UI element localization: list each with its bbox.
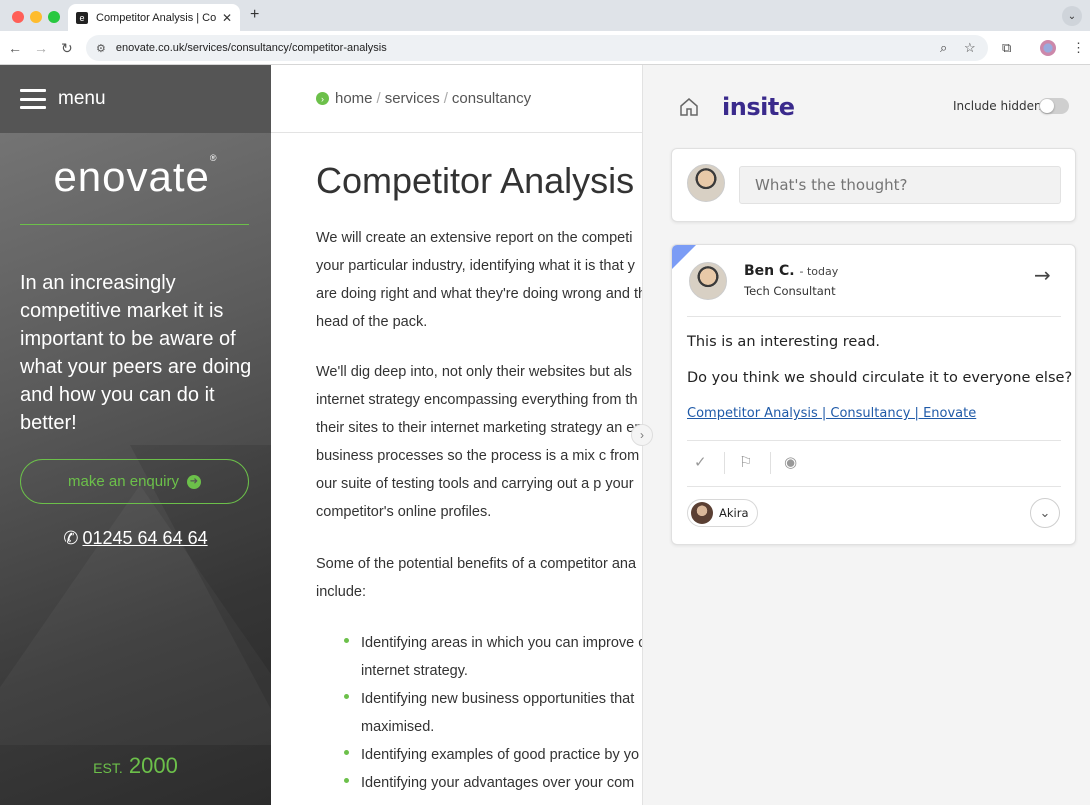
close-tab-icon[interactable]: ✕ (222, 11, 232, 25)
url-text: enovate.co.uk/services/consultancy/compe… (115, 42, 387, 54)
phone-number: 01245 64 64 64 (82, 528, 208, 548)
bookmark-star-icon[interactable]: ☆ (964, 40, 976, 56)
breadcrumb-consultancy[interactable]: consultancy (452, 90, 531, 107)
insite-logo: insite (722, 93, 795, 121)
eye-icon[interactable]: ◉ (784, 453, 797, 471)
check-icon[interactable]: ✓ (694, 453, 707, 471)
tagline: In an increasingly competitive market it… (20, 272, 252, 434)
benefits-list: Identifying areas in which you can impro… (344, 629, 642, 797)
collapse-panel-button[interactable]: › (631, 424, 653, 446)
divider (687, 486, 1061, 487)
list-item: Identifying new business opportunities t… (344, 685, 642, 741)
forward-icon[interactable]: → (34, 40, 48, 56)
post-text: This is an interesting read. (687, 334, 881, 350)
url-input[interactable]: ⚙ enovate.co.uk/services/consultancy/com… (86, 35, 988, 61)
back-icon[interactable]: ← (8, 40, 22, 56)
home-icon[interactable] (679, 97, 699, 117)
hamburger-icon (20, 89, 46, 109)
tab-search-icon[interactable]: ⌄ (1062, 6, 1082, 26)
avatar (689, 262, 727, 300)
shared-page-link[interactable]: Competitor Analysis | Consultancy | Enov… (687, 406, 976, 421)
paragraph: We'll dig deep into, not only their webs… (316, 364, 642, 520)
phone-link[interactable]: ✆ 01245 64 64 64 (0, 528, 271, 549)
arrow-right-icon[interactable]: → (1034, 263, 1051, 287)
post-author[interactable]: Ben C. - today (744, 263, 838, 279)
divider (687, 440, 1061, 441)
zoom-icon[interactable]: ⌕ (940, 40, 947, 56)
divider (724, 452, 725, 474)
menu-label: menu (58, 88, 106, 109)
window-close-button[interactable] (12, 11, 24, 23)
new-tab-icon[interactable]: + (250, 6, 259, 24)
breadcrumb-home[interactable]: home (335, 90, 373, 107)
divider (20, 224, 249, 225)
post-time: - today (799, 265, 839, 278)
page-title: Competitor Analysis (316, 160, 635, 201)
list-item: Identifying areas in which you can impro… (344, 629, 642, 685)
reload-icon[interactable]: ↻ (61, 40, 73, 57)
include-hidden-label: Include hidden (953, 99, 1042, 113)
main-content: Competitor Analysis We will create an ex… (316, 133, 642, 805)
thought-input[interactable] (739, 166, 1061, 204)
flag-icon[interactable]: ⚐ (739, 453, 752, 471)
browser-tab[interactable]: e Competitor Analysis | Consult ✕ (68, 4, 240, 31)
browser-tab-bar: e Competitor Analysis | Consult ✕ + ⌄ (0, 0, 1090, 31)
author-role: Tech Consultant (744, 284, 836, 298)
mention-chip[interactable]: Akira (687, 499, 758, 527)
window-minimize-button[interactable] (30, 11, 42, 23)
avatar (691, 502, 713, 524)
site-sidebar: menu enovate® In an increasingly competi… (0, 65, 271, 805)
window-maximize-button[interactable] (48, 11, 60, 23)
mention-name: Akira (719, 506, 749, 520)
avatar (687, 164, 725, 202)
list-item: Identifying examples of good practice by… (344, 741, 642, 769)
arrow-right-icon: ➜ (186, 474, 201, 489)
post-text: Do you think we should circulate it to e… (687, 370, 1073, 386)
phone-icon: ✆ (63, 528, 79, 548)
list-item: Identifying your advantages over your co… (344, 769, 642, 797)
site-logo[interactable]: enovate® (0, 153, 271, 201)
unread-marker (672, 245, 696, 269)
breadcrumb-services[interactable]: services (385, 90, 440, 107)
paragraph: We will create an extensive report on th… (316, 230, 642, 330)
post-card: Ben C. - today Tech Consultant → This is… (671, 244, 1076, 545)
address-bar: ← → ↻ ⚙ enovate.co.uk/services/consultan… (0, 31, 1090, 65)
extensions-icon[interactable]: ⧉ (1002, 40, 1011, 56)
home-arrow-icon: › (316, 92, 329, 105)
tab-title: Competitor Analysis | Consult (96, 11, 216, 24)
toggle-knob (1040, 99, 1054, 113)
paragraph: Some of the potential benefits of a comp… (316, 556, 637, 600)
site-settings-icon[interactable]: ⚙ (96, 42, 106, 55)
menu-button[interactable]: menu (0, 65, 271, 133)
browser-menu-icon[interactable]: ⋮ (1072, 40, 1085, 56)
breadcrumb: › home / services / consultancy (271, 65, 642, 133)
insite-panel: insite Include hidden Ben C. - today Tec… (642, 65, 1090, 805)
registered-mark: ® (209, 153, 218, 163)
divider (770, 452, 771, 474)
chevron-down-icon[interactable]: ⌄ (1030, 498, 1060, 528)
established-year: EST. 2000 (93, 753, 178, 778)
make-enquiry-button[interactable]: make an enquiry ➜ (20, 459, 249, 504)
enquiry-label: make an enquiry (68, 473, 179, 490)
include-hidden-toggle[interactable] (1039, 98, 1069, 114)
favicon-icon: e (76, 11, 88, 24)
profile-avatar[interactable] (1040, 40, 1056, 56)
compose-card (671, 148, 1076, 222)
divider (687, 316, 1061, 317)
